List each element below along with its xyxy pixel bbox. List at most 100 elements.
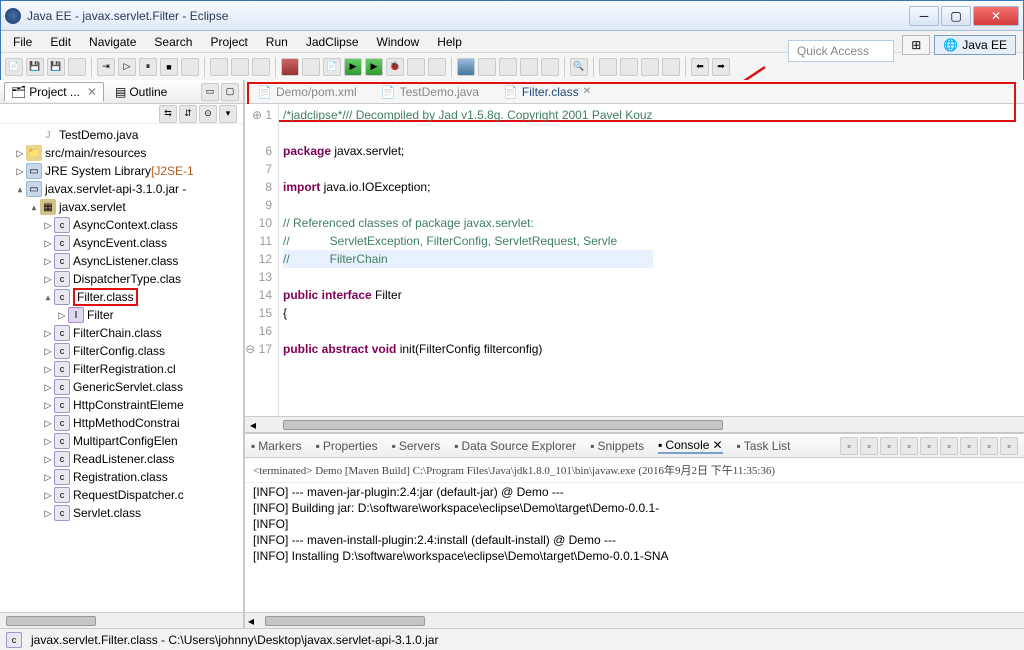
tree-node[interactable]: ▷cAsyncListener.class <box>0 252 243 270</box>
debug-button[interactable]: 🐞 <box>386 58 404 76</box>
scroll-lock-button[interactable]: ▫ <box>900 437 918 455</box>
tool-button[interactable] <box>599 58 617 76</box>
tab-snippets[interactable]: ▪Snippets <box>590 439 644 453</box>
focus-button[interactable]: ⊙ <box>199 105 217 123</box>
resume-button[interactable]: ▷ <box>118 58 136 76</box>
min-button[interactable]: ▫ <box>980 437 998 455</box>
disconnect-button[interactable] <box>181 58 199 76</box>
view-menu-button[interactable]: ▾ <box>219 105 237 123</box>
minimize-view-button[interactable]: ▭ <box>201 83 219 101</box>
expand-toggle[interactable]: ▷ <box>42 506 54 520</box>
tool-button[interactable] <box>478 58 496 76</box>
expand-toggle[interactable]: ▷ <box>42 218 54 232</box>
terminate-button[interactable] <box>281 58 299 76</box>
menu-run[interactable]: Run <box>258 33 296 51</box>
tree-node[interactable]: ▷IFilter <box>0 306 243 324</box>
expand-toggle[interactable]: ▷ <box>42 362 54 376</box>
save-button[interactable]: 💾 <box>26 58 44 76</box>
run-last-button[interactable]: ▶ <box>365 58 383 76</box>
project-tree[interactable]: JTestDemo.java▷📁src/main/resources▷▭JRE … <box>0 124 243 612</box>
save-all-button[interactable]: 💾 <box>47 58 65 76</box>
menu-navigate[interactable]: Navigate <box>81 33 144 51</box>
tree-node[interactable]: ▷cAsyncEvent.class <box>0 234 243 252</box>
tree-node[interactable]: ▴cFilter.class <box>0 288 243 306</box>
close-icon[interactable]: ✕ <box>87 85 97 99</box>
open-console-button[interactable]: ▫ <box>960 437 978 455</box>
close-button[interactable]: ✕ <box>973 6 1019 26</box>
back-button[interactable]: ⬅ <box>691 58 709 76</box>
collapse-all-button[interactable]: ⇆ <box>159 105 177 123</box>
perspective-javaee[interactable]: 🌐 Java EE <box>934 35 1016 55</box>
tree-node[interactable]: ▷cFilterChain.class <box>0 324 243 342</box>
clear-button[interactable]: ▫ <box>880 437 898 455</box>
menu-project[interactable]: Project <box>202 33 255 51</box>
expand-toggle[interactable]: ▷ <box>14 146 26 160</box>
expand-toggle[interactable]: ▷ <box>42 434 54 448</box>
tool-button[interactable] <box>210 58 228 76</box>
tree-node[interactable]: JTestDemo.java <box>0 126 243 144</box>
expand-toggle[interactable]: ▷ <box>42 380 54 394</box>
tree-node[interactable]: ▷cFilterConfig.class <box>0 342 243 360</box>
tree-node[interactable]: ▷📁src/main/resources <box>0 144 243 162</box>
editor-tab[interactable]: 📄Filter.class✕ <box>497 83 597 101</box>
expand-toggle[interactable]: ▷ <box>42 488 54 502</box>
minimize-button[interactable]: ─ <box>909 6 939 26</box>
expand-toggle[interactable]: ▴ <box>42 290 54 304</box>
tree-node[interactable]: ▷cReadListener.class <box>0 450 243 468</box>
expand-toggle[interactable]: ▷ <box>42 398 54 412</box>
tree-node[interactable]: ▷cServlet.class <box>0 504 243 522</box>
expand-toggle[interactable]: ▷ <box>42 452 54 466</box>
tab-outline[interactable]: ▤ Outline <box>108 82 174 102</box>
quick-access[interactable]: Quick Access <box>788 40 894 62</box>
expand-toggle[interactable]: ▷ <box>42 326 54 340</box>
expand-toggle[interactable]: ▷ <box>42 236 54 250</box>
tool-button[interactable] <box>252 58 270 76</box>
expand-toggle[interactable]: ▷ <box>42 470 54 484</box>
tool-button[interactable] <box>520 58 538 76</box>
horizontal-scrollbar[interactable] <box>0 612 243 628</box>
tab-servers[interactable]: ▪Servers <box>392 439 441 453</box>
stop-button[interactable]: ■ <box>160 58 178 76</box>
close-icon[interactable]: ✕ <box>712 438 722 452</box>
tree-node[interactable]: ▷cAsyncContext.class <box>0 216 243 234</box>
menu-search[interactable]: Search <box>146 33 200 51</box>
expand-toggle[interactable]: ▷ <box>42 416 54 430</box>
coverage-button[interactable] <box>407 58 425 76</box>
editor-scrollbar[interactable]: ◂ <box>245 416 1024 432</box>
source-editor[interactable]: ⊕ 1678910111213141516⊖ 17 /*jadclipse*//… <box>245 104 1024 416</box>
tool-button[interactable] <box>231 58 249 76</box>
code-area[interactable]: /*jadclipse*/// Decompiled by Jad v1.5.8… <box>279 104 653 416</box>
menu-help[interactable]: Help <box>429 33 470 51</box>
terminate-button[interactable]: ▫ <box>840 437 858 455</box>
tool-button[interactable] <box>302 58 320 76</box>
tab-console[interactable]: ▪Console ✕ <box>658 438 722 454</box>
tab-data-source-explorer[interactable]: ▪Data Source Explorer <box>454 439 576 453</box>
pause-button[interactable]: ⏸ <box>139 58 157 76</box>
new-button[interactable]: 📄 <box>5 58 23 76</box>
tree-node[interactable]: ▷cRegistration.class <box>0 468 243 486</box>
tool-button[interactable] <box>541 58 559 76</box>
expand-toggle[interactable]: ▷ <box>42 254 54 268</box>
menu-jadclipse[interactable]: JadClipse <box>298 33 367 51</box>
tree-node[interactable]: ▷cFilterRegistration.cl <box>0 360 243 378</box>
tool-button[interactable]: 📄 <box>323 58 341 76</box>
expand-toggle[interactable]: ▷ <box>42 344 54 358</box>
tree-node[interactable]: ▷cDispatcherType.clas <box>0 270 243 288</box>
tree-node[interactable]: ▴▭javax.servlet-api-3.1.0.jar - <box>0 180 243 198</box>
forward-button[interactable]: ➡ <box>712 58 730 76</box>
expand-toggle[interactable]: ▷ <box>42 272 54 286</box>
tree-node[interactable]: ▷cMultipartConfigElen <box>0 432 243 450</box>
tab-project-explorer[interactable]: 🗂 Project ... ✕ <box>4 82 104 102</box>
tool-button[interactable] <box>641 58 659 76</box>
console-scrollbar[interactable]: ◂ <box>245 612 1024 628</box>
new-server-button[interactable] <box>457 58 475 76</box>
tab-task-list[interactable]: ▪Task List <box>737 439 791 453</box>
menu-file[interactable]: File <box>5 33 40 51</box>
menu-window[interactable]: Window <box>369 33 428 51</box>
editor-tab[interactable]: 📄Demo/pom.xml <box>251 83 363 101</box>
max-button[interactable]: ▫ <box>1000 437 1018 455</box>
close-icon[interactable]: ✕ <box>583 86 591 97</box>
debug-step-button[interactable]: ⇥ <box>97 58 115 76</box>
maximize-button[interactable]: ▢ <box>941 6 971 26</box>
print-button[interactable] <box>68 58 86 76</box>
